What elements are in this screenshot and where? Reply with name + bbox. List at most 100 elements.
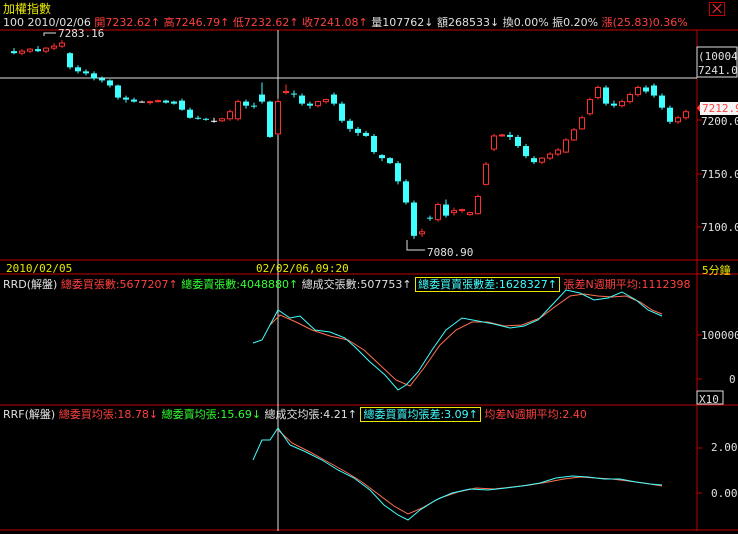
candle-body — [427, 217, 433, 219]
time-axis-left: 2010/02/05 — [6, 262, 73, 275]
candle-body — [579, 117, 585, 130]
candle-body — [171, 101, 177, 104]
rrd-line-diff — [252, 289, 663, 391]
candle-body — [291, 93, 297, 95]
turnover: 換0.00% — [502, 16, 549, 29]
current-price-tag: 7212.9 — [700, 102, 738, 115]
candle-body — [363, 132, 369, 136]
rrd-buy: 總委買張數:5677207↑ — [60, 278, 178, 291]
rrd-unit: X10 — [699, 393, 719, 406]
candle-body — [75, 67, 81, 72]
candle-body — [523, 146, 529, 157]
candle-body — [659, 95, 665, 108]
candle-body — [267, 101, 273, 137]
candle-body — [331, 94, 337, 104]
candle-body — [51, 45, 57, 49]
candle-body — [11, 51, 17, 54]
candle-body — [43, 47, 49, 52]
rrd-legend: RRD(解盤) 總委買張數:5677207↑ 總委賣張數:4048880↑ 總成… — [3, 276, 690, 292]
candle-body — [515, 136, 521, 147]
candle-body — [195, 117, 201, 119]
candle-body — [147, 101, 153, 104]
rrd-sell: 總委賣張數:4048880↑ — [181, 278, 299, 291]
rrd-avg: 張差N週期平均:1112398 — [563, 278, 691, 291]
rrf-line-avg — [277, 429, 663, 515]
high-note: 7283.16 — [58, 27, 105, 40]
high-price: 高7246.79↑ — [163, 16, 230, 29]
candle-body — [379, 155, 385, 159]
close-icon[interactable] — [709, 2, 725, 16]
candle-body — [539, 157, 545, 163]
candle-body — [299, 95, 305, 104]
low-note-leader — [406, 240, 425, 251]
candle-body — [347, 120, 353, 129]
low-note: 7080.90 — [427, 246, 474, 259]
rrf-line-diff — [252, 427, 663, 521]
right-box-top: (10004) — [698, 50, 738, 63]
rrd-tick-0: 0 — [729, 373, 736, 386]
candle-body — [635, 86, 641, 96]
rrd-line-avg — [269, 293, 663, 387]
candle-body — [235, 101, 241, 120]
candle-body — [139, 101, 145, 103]
period-selector[interactable]: 5分鐘 — [702, 262, 731, 278]
high-note-leader — [43, 32, 56, 36]
candle-body — [483, 163, 489, 185]
rrf-deal: 總成交均張:4.21↑ — [264, 408, 357, 421]
candle-body — [179, 100, 185, 110]
candle-body — [315, 101, 321, 107]
candle-body — [587, 99, 593, 115]
candle-body — [259, 94, 265, 102]
candle-body — [467, 212, 473, 216]
candle-body — [131, 99, 137, 102]
candle-body — [35, 49, 41, 52]
symbol-code: 100 — [3, 16, 24, 29]
change: 漲(25.83)0.36% — [601, 16, 688, 29]
candle-body — [67, 53, 73, 68]
rrf-name: RRF(解盤) — [3, 408, 56, 421]
candle-body — [499, 134, 505, 137]
candle-body — [475, 195, 481, 215]
volume: 量107762↓ — [371, 16, 434, 29]
candle-body — [387, 158, 393, 164]
close-price: 收7241.08↑ — [302, 16, 368, 29]
candle-body — [611, 103, 617, 106]
rrd-diff: 總委買賣張數差:1628327↑ — [415, 277, 561, 292]
candle-body — [283, 91, 289, 94]
candle-body — [459, 209, 465, 212]
quote-header: 100 2010/02/06 開7232.62↑ 高7246.79↑ 低7232… — [3, 14, 688, 30]
candle-body — [403, 181, 409, 203]
candle-body — [555, 149, 561, 155]
candle-body — [627, 94, 633, 103]
candle-body — [443, 204, 449, 216]
candle-body — [115, 85, 121, 98]
candle-body — [99, 78, 105, 81]
candle-body — [435, 204, 441, 221]
candle-body — [227, 111, 233, 120]
candle-body — [643, 87, 649, 92]
chart-frame — [0, 29, 738, 531]
candle-body — [275, 101, 281, 135]
right-box-price: 7241.08 — [698, 64, 738, 77]
candle-body — [563, 139, 569, 153]
candle-body — [91, 73, 97, 79]
candle-body — [307, 103, 313, 106]
rrf-tick-0: 0.00 — [711, 487, 738, 500]
candle-body — [59, 42, 65, 47]
candle-body — [411, 202, 417, 236]
candle-body — [547, 153, 553, 159]
rrf-buy: 總委買均張:18.78↓ — [58, 408, 159, 421]
candle-body — [507, 134, 513, 137]
y-tick-2: 7150.0 — [701, 168, 738, 181]
candle-body — [27, 48, 33, 52]
candle-body — [531, 158, 537, 163]
candle-body — [651, 85, 657, 96]
candle-body — [395, 163, 401, 182]
candle-body — [571, 129, 577, 141]
candle-body — [603, 87, 609, 104]
candle-body — [163, 100, 169, 103]
candle-body — [83, 71, 89, 74]
candle-body — [339, 103, 345, 121]
candle-body — [211, 120, 217, 122]
chart-stage — [0, 0, 738, 531]
